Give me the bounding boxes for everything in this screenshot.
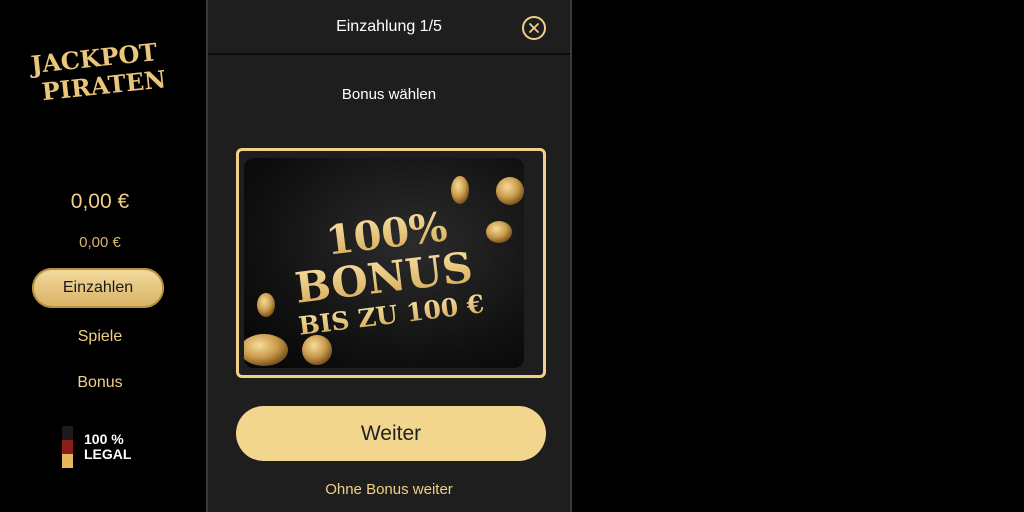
modal-title: Einzahlung 1/5 — [336, 18, 442, 35]
nav-item-spiele[interactable]: Spiele — [0, 328, 200, 346]
deposit-modal: Einzahlung 1/5 Bonus wählen 100% BONUS B… — [206, 0, 572, 512]
next-button[interactable]: Weiter — [236, 406, 546, 461]
close-button[interactable] — [522, 16, 546, 40]
sidebar: JACKPOT PIRATEN 0,00 € 0,00 € Einzahlen … — [0, 0, 200, 512]
coin-icon — [496, 177, 524, 205]
balance-main: 0,00 € — [70, 190, 130, 213]
nav-item-bonus[interactable]: Bonus — [0, 374, 200, 392]
bonus-option-card[interactable]: 100% BONUS BIS ZU 100 € — [236, 148, 546, 378]
bonus-banner-graphic: 100% BONUS BIS ZU 100 € — [244, 176, 524, 366]
deposit-button[interactable]: Einzahlen — [32, 268, 164, 308]
modal-header: Einzahlung 1/5 — [208, 0, 570, 55]
legal-badge: 100 % LEGAL — [62, 426, 131, 468]
bonus-banner-image: 100% BONUS BIS ZU 100 € — [244, 158, 524, 368]
legal-line1: 100 % — [84, 431, 124, 447]
coin-icon — [451, 176, 469, 204]
close-icon — [529, 23, 539, 33]
balance-bonus: 0,00 € — [79, 234, 121, 251]
coin-icon — [257, 293, 275, 317]
legal-line2: LEGAL — [84, 446, 132, 462]
legal-label: 100 % LEGAL — [84, 432, 131, 462]
german-flag-icon — [62, 426, 73, 468]
skip-bonus-link[interactable]: Ohne Bonus weiter — [208, 481, 570, 498]
jackpot-piraten-logo[interactable]: JACKPOT PIRATEN — [26, 36, 176, 106]
modal-subtitle: Bonus wählen — [341, 86, 437, 103]
coin-icon — [244, 334, 288, 366]
coin-icon — [486, 221, 512, 243]
